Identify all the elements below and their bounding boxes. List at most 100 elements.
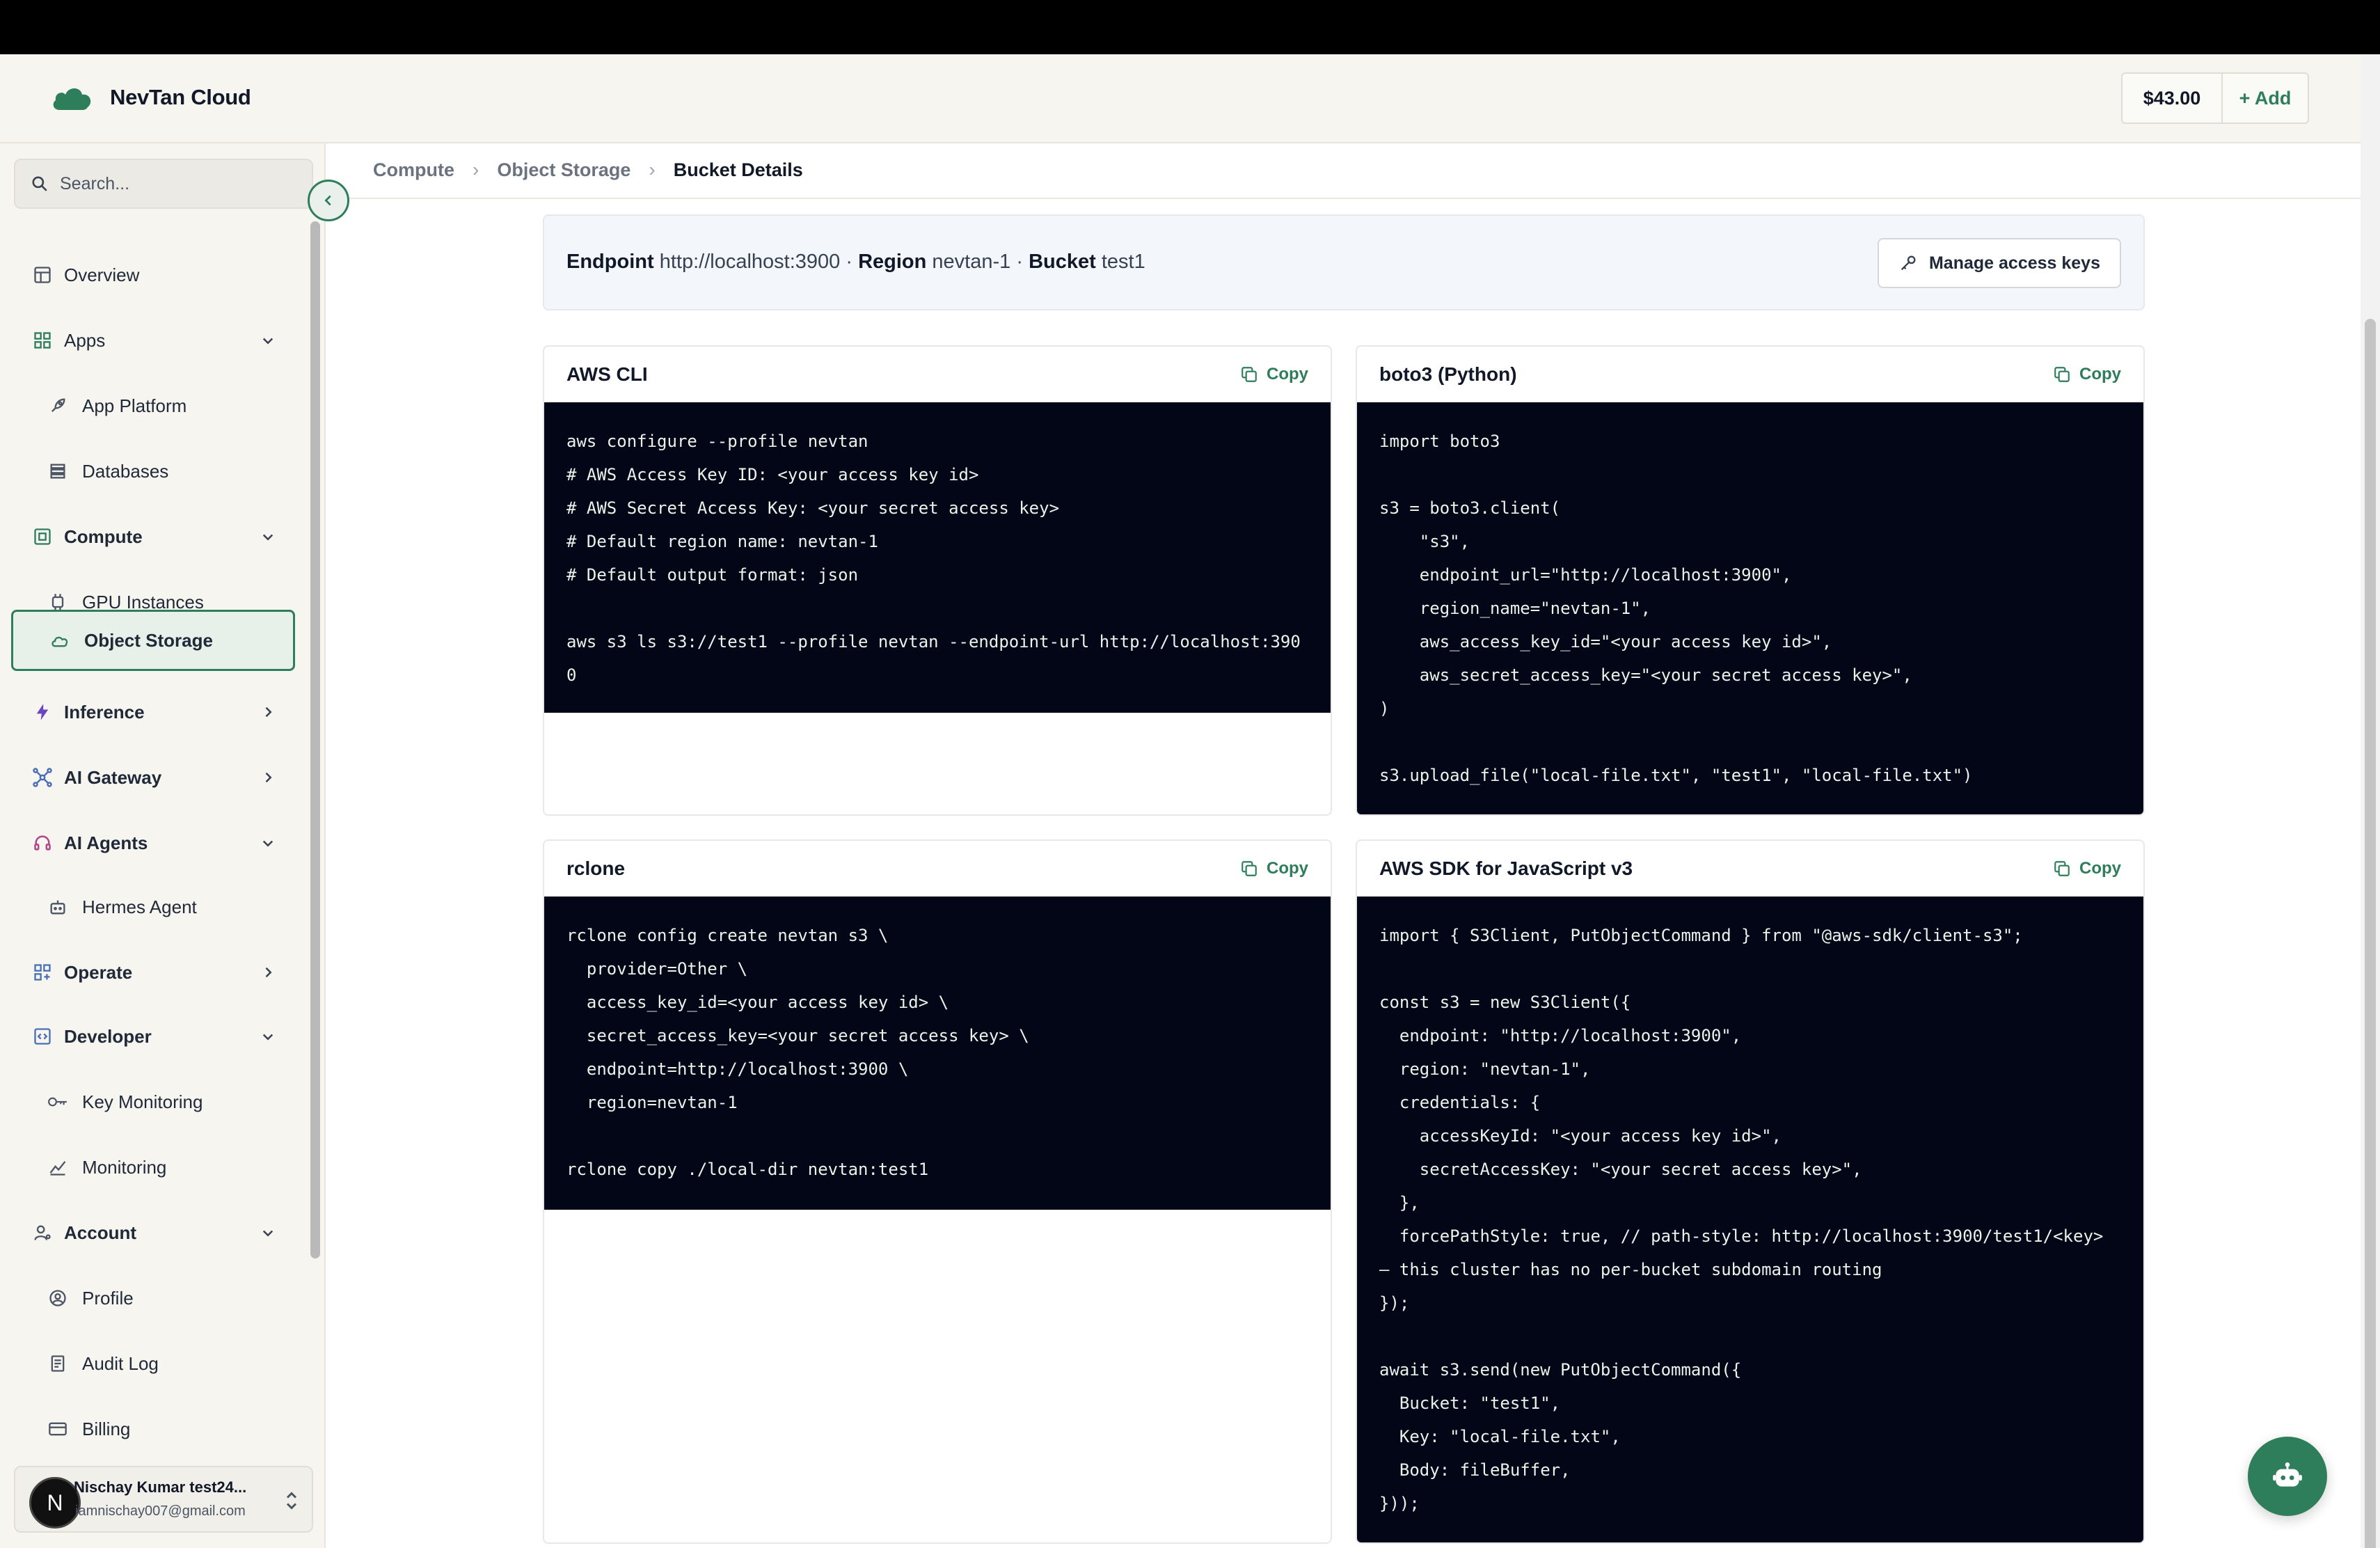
lightning-icon — [36, 704, 49, 720]
bucket-value: test1 — [1101, 251, 1145, 273]
grid-plus-icon — [34, 964, 51, 981]
cloud-icon — [51, 636, 68, 647]
bucket-info-text: Endpoint http://localhost:3900 · Region … — [566, 251, 1145, 274]
chevron-down-icon — [262, 1034, 273, 1041]
sidebar-item-inference[interactable]: Inference — [11, 684, 295, 741]
key-icon — [48, 1097, 67, 1107]
sidebar-item-key-monitoring[interactable]: Key Monitoring — [11, 1073, 295, 1130]
sidebar-item-overview[interactable]: Overview — [11, 246, 295, 303]
sidebar-item-label: Compute — [64, 526, 143, 547]
headset-icon — [34, 835, 51, 851]
app-header: NevTan Cloud $43.00 + Add — [0, 54, 2361, 143]
balance-widget: $43.00 + Add — [2121, 72, 2309, 124]
manage-access-keys-button[interactable]: Manage access keys — [1877, 238, 2121, 288]
sidebar-scrollbar[interactable] — [310, 221, 320, 1258]
sidebar-item-label: Monitoring — [82, 1156, 167, 1178]
chevron-down-icon — [262, 840, 273, 847]
snippet-title: boto3 (Python) — [1379, 363, 1517, 385]
sidebar-item-billing[interactable]: Billing — [11, 1400, 295, 1458]
chevron-right-icon — [265, 706, 272, 718]
code-block[interactable]: import { S3Client, PutObjectCommand } fr… — [1357, 897, 2143, 1542]
copy-button[interactable]: Copy — [1240, 859, 1308, 878]
snippet-card-js-sdk: AWS SDK for JavaScript v3 Copy import { … — [1356, 839, 2145, 1544]
sidebar-item-databases[interactable]: Databases — [11, 443, 295, 500]
sidebar: Overview Apps App Platform Databases Com… — [0, 143, 349, 1548]
sidebar-item-monitoring[interactable]: Monitoring — [11, 1139, 295, 1196]
sidebar-item-label: Hermes Agent — [82, 896, 197, 917]
chevrons-up-down-icon — [286, 1492, 297, 1510]
breadcrumb: Compute › Object Storage › Bucket Detail… — [373, 159, 803, 181]
breadcrumb-object-storage[interactable]: Object Storage — [497, 159, 630, 181]
sidebar-item-audit-log[interactable]: Audit Log — [11, 1335, 295, 1392]
breadcrumb-separator-icon: › — [649, 159, 656, 180]
sidebar-item-object-storage[interactable]: Object Storage — [11, 610, 295, 671]
code-box-icon — [34, 1028, 51, 1045]
add-funds-button[interactable]: + Add — [2223, 74, 2308, 123]
endpoint-value: http://localhost:3900 — [659, 251, 841, 273]
sidebar-item-label: Databases — [82, 460, 169, 482]
sidebar-item-compute[interactable]: Compute — [11, 508, 295, 565]
sidebar-item-label: Key Monitoring — [82, 1091, 203, 1112]
sidebar-search[interactable] — [14, 159, 313, 209]
sidebar-item-profile[interactable]: Profile — [11, 1270, 295, 1327]
document-icon — [51, 1355, 65, 1372]
avatar: N — [29, 1477, 81, 1529]
sidebar-item-ai-gateway[interactable]: AI Gateway — [11, 749, 295, 806]
copy-icon — [1241, 861, 1257, 876]
network-icon — [33, 768, 52, 787]
bucket-info-bar: Endpoint http://localhost:3900 · Region … — [543, 214, 2145, 310]
snippet-title: AWS SDK for JavaScript v3 — [1379, 858, 1633, 879]
user-menu[interactable]: N Nischay Kumar test24... iamnischay007@… — [14, 1466, 313, 1533]
sidebar-item-account[interactable]: Account — [11, 1204, 295, 1261]
snippet-card-boto3: boto3 (Python) Copy import boto3 s3 = bo… — [1356, 345, 2145, 816]
sidebar-item-label: Profile — [82, 1287, 134, 1309]
collapse-sidebar-button[interactable] — [308, 180, 349, 221]
sidebar-item-hermes-agent[interactable]: Hermes Agent — [11, 878, 295, 935]
sidebar-item-label: Developer — [64, 1025, 152, 1047]
cloud-logo-icon — [53, 88, 91, 110]
apps-grid-icon — [34, 332, 51, 349]
snippet-title: rclone — [566, 858, 626, 879]
sidebar-item-developer[interactable]: Developer — [11, 1008, 295, 1065]
bucket-label: Bucket — [1029, 251, 1096, 273]
robot-icon — [2273, 1462, 2302, 1487]
sidebar-item-apps[interactable]: Apps — [11, 312, 295, 369]
sidebar-item-label: Billing — [82, 1418, 131, 1439]
copy-button[interactable]: Copy — [2053, 859, 2121, 878]
chevron-left-icon — [324, 195, 331, 206]
copy-button[interactable]: Copy — [2053, 365, 2121, 384]
sidebar-item-app-platform[interactable]: App Platform — [11, 377, 295, 434]
sidebar-item-ai-agents[interactable]: AI Agents — [11, 814, 295, 871]
compute-icon — [34, 528, 51, 545]
search-icon — [32, 176, 47, 191]
copy-icon — [2054, 861, 2070, 876]
copy-button[interactable]: Copy — [1240, 365, 1308, 384]
sidebar-item-label: Audit Log — [82, 1352, 159, 1374]
sidebar-item-operate[interactable]: Operate — [11, 944, 295, 1001]
chip-icon — [51, 594, 64, 610]
sidebar-item-label: Operate — [64, 961, 133, 983]
breadcrumb-separator-icon: › — [473, 159, 479, 180]
search-input[interactable] — [60, 173, 296, 194]
balance-amount: $43.00 — [2123, 74, 2223, 123]
brand-name: NevTan Cloud — [110, 85, 251, 109]
window-top-bar — [0, 0, 2380, 54]
breadcrumb-compute[interactable]: Compute — [373, 159, 454, 181]
chart-line-icon — [49, 1161, 66, 1176]
sidebar-item-label: Account — [64, 1222, 136, 1243]
key-icon — [1901, 255, 1916, 271]
copy-label: Copy — [1267, 859, 1308, 878]
brand[interactable]: NevTan Cloud — [50, 82, 251, 113]
user-circle-icon — [49, 1290, 66, 1306]
chevron-down-icon — [262, 1230, 273, 1237]
page-scrollbar[interactable] — [2361, 54, 2380, 1548]
region-value: nevtan-1 — [932, 251, 1011, 273]
code-block[interactable]: rclone config create nevtan s3 \ provide… — [544, 897, 1331, 1210]
code-block[interactable]: aws configure --profile nevtan # AWS Acc… — [544, 402, 1331, 713]
sidebar-item-label: App Platform — [82, 395, 187, 416]
credit-card-icon — [49, 1422, 67, 1436]
code-block[interactable]: import boto3 s3 = boto3.client( "s3", en… — [1357, 402, 2143, 814]
assistant-chat-button[interactable] — [2248, 1437, 2327, 1516]
page-scrollbar-thumb[interactable] — [2365, 319, 2376, 1548]
info-separator: · — [1016, 251, 1024, 273]
